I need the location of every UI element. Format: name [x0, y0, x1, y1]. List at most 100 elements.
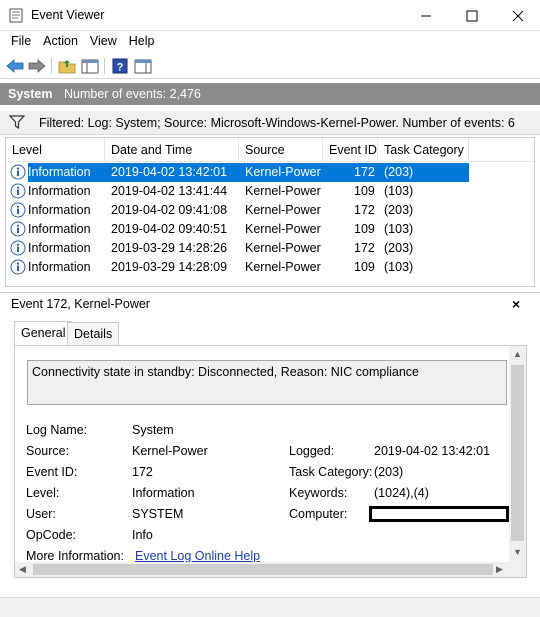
minimize-button[interactable] [403, 0, 449, 31]
cell-event-id: 109 [354, 222, 375, 236]
horizontal-scroll-thumb[interactable] [33, 564, 493, 575]
scroll-right-icon[interactable]: ▶ [496, 564, 503, 575]
information-icon [10, 164, 26, 180]
value-level: Information [132, 486, 195, 500]
information-icon [10, 259, 26, 275]
cell-task-category: (103) [384, 260, 414, 274]
cell-level: Information [28, 184, 91, 198]
maximize-icon [466, 10, 478, 21]
toolbar-separator [104, 58, 105, 74]
cell-date-time: 2019-03-29 14:28:09 [111, 260, 228, 274]
show-hide-console-tree-button[interactable] [80, 57, 100, 75]
title-bar: Event Viewer [0, 0, 540, 31]
vertical-scrollbar[interactable]: ▲ ▼ [509, 346, 526, 562]
cell-date-time: 2019-04-02 13:42:01 [111, 165, 228, 179]
value-opcode: Info [132, 528, 153, 542]
detail-close-icon[interactable]: × [512, 296, 520, 312]
scroll-down-icon[interactable]: ▼ [513, 547, 522, 557]
menu-help[interactable]: Help [123, 31, 161, 53]
close-button[interactable] [495, 0, 540, 31]
label-keywords: Keywords: [289, 486, 348, 500]
cell-event-id: 172 [354, 241, 375, 255]
label-level: Level: [26, 486, 60, 500]
horizontal-scrollbar[interactable]: ◀ ▶ [15, 562, 526, 577]
cell-task-category: (203) [384, 241, 414, 255]
tab-details[interactable]: Details [67, 322, 120, 346]
show-hide-action-pane-button[interactable] [133, 57, 153, 75]
menu-action[interactable]: Action [37, 31, 84, 53]
cell-event-id: 109 [354, 184, 375, 198]
cell-date-time: 2019-03-29 14:28:26 [111, 241, 228, 255]
column-header-date-time[interactable]: Date and Time [105, 138, 239, 162]
event-viewer-app-icon [9, 8, 23, 23]
column-header-source[interactable]: Source [239, 138, 323, 162]
cell-event-id: 172 [354, 165, 375, 179]
cell-source: Kernel-Power [245, 222, 321, 236]
event-description: Connectivity state in standby: Disconnec… [27, 360, 507, 405]
cell-source: Kernel-Power [245, 165, 321, 179]
help-button[interactable]: ? [110, 57, 130, 75]
filter-bar: Filtered: Log: System; Source: Microsoft… [0, 111, 540, 135]
events-table: Level Date and Time Source Event ID Task… [5, 137, 535, 287]
cell-source: Kernel-Power [245, 260, 321, 274]
information-icon [10, 240, 26, 256]
up-one-level-button[interactable] [57, 57, 77, 75]
cell-level: Information [28, 203, 91, 217]
label-source: Source: [26, 444, 70, 458]
tab-general[interactable]: General [14, 321, 73, 346]
value-log-name: System [132, 423, 174, 437]
label-event-id: Event ID: [26, 465, 78, 479]
minimize-icon [421, 15, 431, 16]
cell-task-category: (103) [384, 222, 414, 236]
label-user: User: [26, 507, 56, 521]
label-log-name: Log Name: [26, 423, 88, 437]
toolbar: ? [0, 53, 540, 79]
vertical-scroll-thumb[interactable] [511, 365, 524, 541]
folder-up-icon [58, 60, 76, 74]
value-logged: 2019-04-02 13:42:01 [374, 444, 491, 458]
cell-task-category: (203) [384, 203, 414, 217]
back-button[interactable] [5, 57, 25, 75]
cell-source: Kernel-Power [245, 203, 321, 217]
cell-event-id: 172 [354, 203, 375, 217]
value-user: SYSTEM [132, 507, 184, 521]
log-header: System Number of events: 2,476 [0, 83, 540, 105]
column-header-task-category[interactable]: Task Category [378, 138, 469, 162]
menu-view[interactable]: View [84, 31, 123, 53]
table-row[interactable]: Information 2019-03-29 14:28:09 Kernel-P… [6, 258, 534, 277]
cell-task-category: (103) [384, 184, 414, 198]
column-header-level[interactable]: Level [6, 138, 105, 162]
menu-bar: File Action View Help [0, 31, 540, 53]
window-title: Event Viewer [31, 8, 105, 22]
forward-button[interactable] [27, 57, 47, 75]
menu-file[interactable]: File [5, 31, 37, 53]
cell-source: Kernel-Power [245, 184, 321, 198]
cell-level: Information [28, 241, 91, 255]
maximize-button[interactable] [449, 0, 495, 31]
cell-level: Information [28, 260, 91, 274]
table-row[interactable]: Information 2019-04-02 13:42:01 Kernel-P… [6, 163, 534, 182]
event-detail-title: Event 172, Kernel-Power [11, 297, 150, 311]
table-row[interactable]: Information 2019-03-29 14:28:26 Kernel-P… [6, 239, 534, 258]
scroll-up-icon[interactable]: ▲ [513, 349, 522, 359]
value-source: Kernel-Power [132, 444, 208, 458]
table-row[interactable]: Information 2019-04-02 09:41:08 Kernel-P… [6, 201, 534, 220]
show-hide-console-tree-icon [81, 59, 99, 73]
table-row[interactable]: Information 2019-04-02 09:40:51 Kernel-P… [6, 220, 534, 239]
column-header-event-id[interactable]: Event ID [323, 138, 378, 162]
information-icon [10, 183, 26, 199]
cell-source: Kernel-Power [245, 241, 321, 255]
cell-date-time: 2019-04-02 09:41:08 [111, 203, 228, 217]
cell-level: Information [28, 165, 91, 179]
table-row[interactable]: Information 2019-04-02 13:41:44 Kernel-P… [6, 182, 534, 201]
cell-task-category: (203) [384, 165, 414, 179]
status-bar [0, 597, 540, 617]
label-computer: Computer: [289, 507, 348, 521]
label-logged: Logged: [289, 444, 335, 458]
scroll-left-icon[interactable]: ◀ [19, 564, 26, 575]
toolbar-separator [51, 58, 52, 74]
close-icon [512, 10, 524, 21]
cell-date-time: 2019-04-02 09:40:51 [111, 222, 228, 236]
event-log-online-help-link[interactable]: Event Log Online Help [135, 549, 260, 563]
label-task-category: Task Category: [289, 465, 373, 479]
